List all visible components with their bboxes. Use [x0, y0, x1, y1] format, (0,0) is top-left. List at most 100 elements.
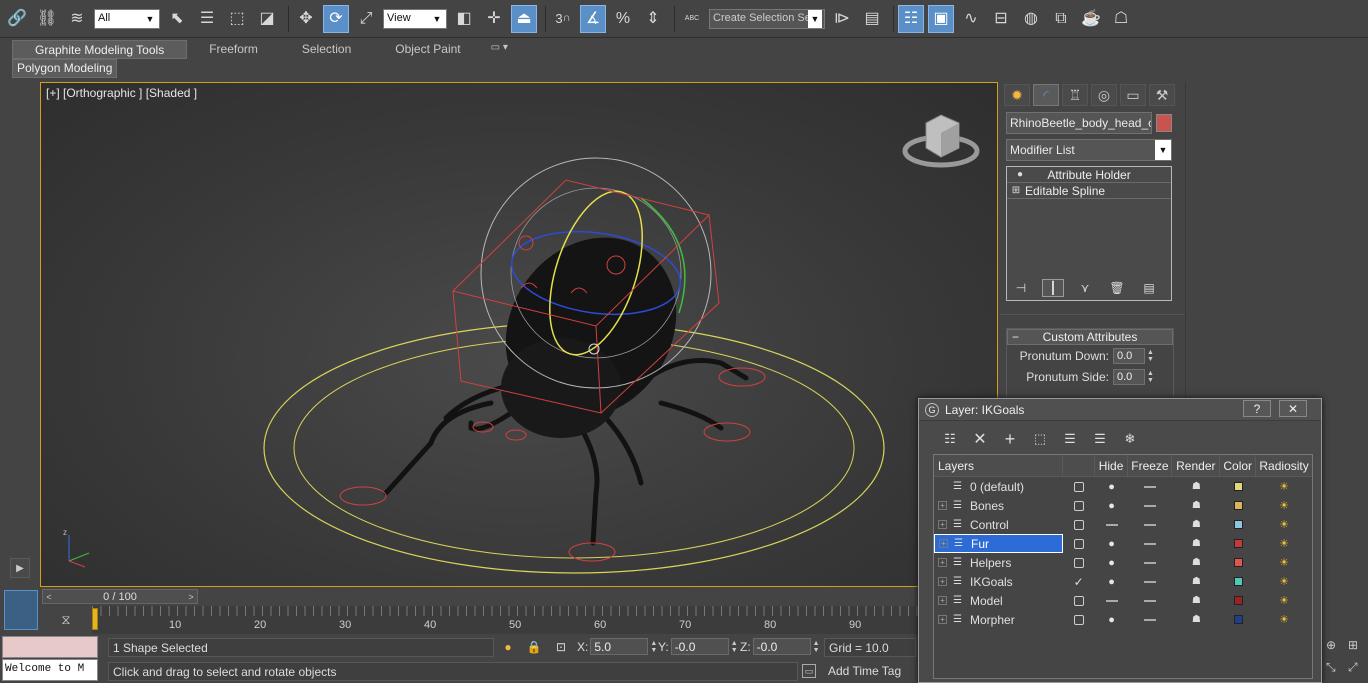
display-tab-icon[interactable]: ▭ — [1120, 84, 1146, 106]
freeze-dash-icon[interactable] — [1144, 618, 1157, 621]
freeze-unfreeze-all-layers-icon[interactable]: ❄ — [1119, 429, 1141, 449]
make-unique-icon[interactable]: ⋎ — [1074, 279, 1096, 297]
remove-modifier-icon[interactable]: 🗑 — [1106, 279, 1128, 297]
layer-row[interactable]: + ☰ IKGoals ✓ ● ☗ ☀ — [934, 572, 1312, 591]
y-value-field[interactable]: -0.0 — [670, 638, 729, 655]
expand-plus-icon[interactable]: ⊞ — [1007, 185, 1025, 196]
lightbulb-icon[interactable]: ● — [1108, 557, 1115, 569]
expand-plus-icon[interactable]: + — [938, 520, 947, 529]
z-value-field[interactable]: -0.0 — [752, 638, 811, 655]
color-cell[interactable] — [1220, 534, 1256, 553]
angle-snap-icon[interactable]: ∡ — [580, 4, 606, 33]
layer-row[interactable]: + ☰ Morpher ● ☗ ☀ — [934, 610, 1312, 629]
color-cell[interactable] — [1220, 610, 1256, 629]
zoom-icon[interactable]: ⊕ — [1326, 638, 1336, 652]
rendered-frame-window-icon[interactable]: ☕ — [1078, 5, 1104, 33]
expand-plus-icon[interactable]: + — [938, 558, 947, 567]
freeze-cell[interactable] — [1129, 477, 1173, 496]
layer-row[interactable]: + ☰ Control ☗ ☀ — [934, 515, 1312, 534]
radiosity-cell[interactable]: ☀ — [1256, 477, 1312, 496]
named-selection-set-select[interactable]: Create Selection Se ▼ — [709, 8, 825, 29]
graphite-toggle-icon[interactable]: ▣ — [928, 4, 954, 33]
hide-cell[interactable]: ● — [1095, 553, 1129, 572]
edit-named-selection-icon[interactable]: ABC — [679, 5, 705, 33]
lightbulb-icon[interactable]: ● — [1108, 481, 1115, 493]
select-object-icon[interactable]: ⬉ — [164, 5, 190, 33]
isolate-selection-icon[interactable]: ● — [500, 639, 516, 655]
freeze-dash-icon[interactable] — [1144, 504, 1157, 507]
render-cell[interactable]: ☗ — [1172, 610, 1220, 629]
radiosity-sun-icon[interactable]: ☀ — [1279, 499, 1289, 512]
hide-dash-icon[interactable] — [1105, 523, 1118, 526]
layer-row[interactable]: + ☰ Helpers ● ☗ ☀ — [934, 553, 1312, 572]
layer-name-cell[interactable]: + ☰ Morpher — [934, 610, 1063, 629]
radiosity-sun-icon[interactable]: ☀ — [1279, 594, 1289, 607]
show-end-result-icon[interactable]: ┃ — [1042, 279, 1064, 297]
pivot-point-center-icon[interactable]: ◧ — [451, 5, 477, 33]
window-crossing-icon[interactable]: ◪ — [254, 5, 280, 33]
snaps-toggle-icon[interactable]: 3 ∩ — [550, 5, 576, 33]
mini-curve-editor-icon[interactable]: ⧖ — [40, 606, 92, 634]
help-button[interactable]: ? — [1243, 400, 1271, 417]
tab-graphite-modeling-tools[interactable]: Graphite Modeling Tools — [12, 40, 188, 59]
color-cell[interactable] — [1220, 591, 1256, 610]
lightbulb-icon[interactable]: ● — [1108, 538, 1115, 550]
active-checkbox-icon[interactable] — [1073, 614, 1084, 625]
radiosity-cell[interactable]: ☀ — [1256, 610, 1312, 629]
utilities-tab-icon[interactable]: ⚒ — [1149, 84, 1175, 106]
freeze-cell[interactable] — [1129, 496, 1173, 515]
percent-snap-icon[interactable]: % — [610, 5, 636, 33]
next-frame-icon[interactable]: > — [185, 590, 197, 603]
color-cell[interactable] — [1220, 572, 1256, 591]
delete-layer-icon[interactable]: ✕ — [969, 429, 991, 449]
hide-cell[interactable]: ● — [1095, 477, 1129, 496]
play-animation-icon[interactable]: ▶ — [10, 558, 30, 578]
hide-dash-icon[interactable] — [1105, 599, 1118, 602]
col-radiosity[interactable]: Radiosity — [1256, 455, 1312, 476]
radiosity-sun-icon[interactable]: ☀ — [1279, 575, 1289, 588]
selection-filter-select[interactable]: All ▼ — [94, 8, 160, 29]
hide-cell[interactable]: ● — [1095, 572, 1129, 591]
layer-name-cell[interactable]: + ☰ Control — [934, 515, 1063, 534]
trackbar[interactable]: 10 20 30 40 50 60 70 80 90 — [92, 606, 918, 634]
maximize-viewport-icon[interactable]: ⤢ — [1348, 660, 1358, 675]
select-and-move-icon[interactable]: ✥ — [293, 5, 319, 33]
radiosity-cell[interactable]: ☀ — [1256, 572, 1312, 591]
color-cell[interactable] — [1220, 496, 1256, 515]
render-cell[interactable]: ☗ — [1172, 496, 1220, 515]
active-layer-cell[interactable] — [1063, 553, 1095, 572]
render-cell[interactable]: ☗ — [1172, 572, 1220, 591]
layer-name-cell[interactable]: + ☰ Model — [934, 591, 1063, 610]
active-layer-cell[interactable] — [1063, 610, 1095, 629]
unlink-icon[interactable]: ⛓ — [34, 5, 60, 33]
zoom-all-icon[interactable]: ⊞ — [1348, 638, 1358, 652]
hide-cell[interactable]: ● — [1095, 534, 1129, 553]
add-to-layer-icon[interactable]: + — [999, 429, 1021, 449]
radiosity-sun-icon[interactable]: ☀ — [1279, 613, 1289, 626]
active-layer-cell[interactable] — [1063, 515, 1095, 534]
freeze-cell[interactable] — [1129, 515, 1173, 534]
color-cell[interactable] — [1220, 515, 1256, 534]
active-checkbox-icon[interactable] — [1073, 481, 1084, 492]
spinner-arrows-icon[interactable]: ▲ ▼ — [1147, 370, 1157, 384]
dialog-title-bar[interactable]: G Layer: IKGoals ? ✕ — [919, 399, 1321, 421]
highlight-selected-layers-icon[interactable]: ☰ — [1059, 429, 1081, 449]
lightbulb-icon[interactable]: ● — [1108, 576, 1115, 588]
layer-name-cell[interactable]: + ☰ Bones — [934, 496, 1063, 515]
maxscript-mini-icon[interactable] — [4, 590, 38, 630]
hide-cell[interactable]: ● — [1095, 496, 1129, 515]
render-setup-icon[interactable]: ⧉ — [1048, 5, 1074, 33]
teapot-icon[interactable]: ☗ — [1192, 576, 1201, 587]
layer-name-cell[interactable]: + ☰ Fur — [934, 534, 1063, 553]
radiosity-sun-icon[interactable]: ☀ — [1279, 537, 1289, 550]
active-layer-cell[interactable] — [1063, 534, 1095, 553]
current-frame-marker[interactable] — [92, 608, 98, 630]
radiosity-cell[interactable]: ☀ — [1256, 591, 1312, 610]
checkmark-icon[interactable]: ✓ — [1074, 575, 1084, 589]
render-cell[interactable]: ☗ — [1172, 477, 1220, 496]
col-freeze[interactable]: Freeze — [1128, 455, 1173, 476]
render-production-icon[interactable]: ☖ — [1108, 5, 1134, 33]
absolute-offset-mode-icon[interactable]: ⊡ — [553, 639, 569, 655]
prev-frame-icon[interactable]: < — [43, 590, 55, 603]
layer-color-swatch[interactable] — [1233, 596, 1243, 605]
